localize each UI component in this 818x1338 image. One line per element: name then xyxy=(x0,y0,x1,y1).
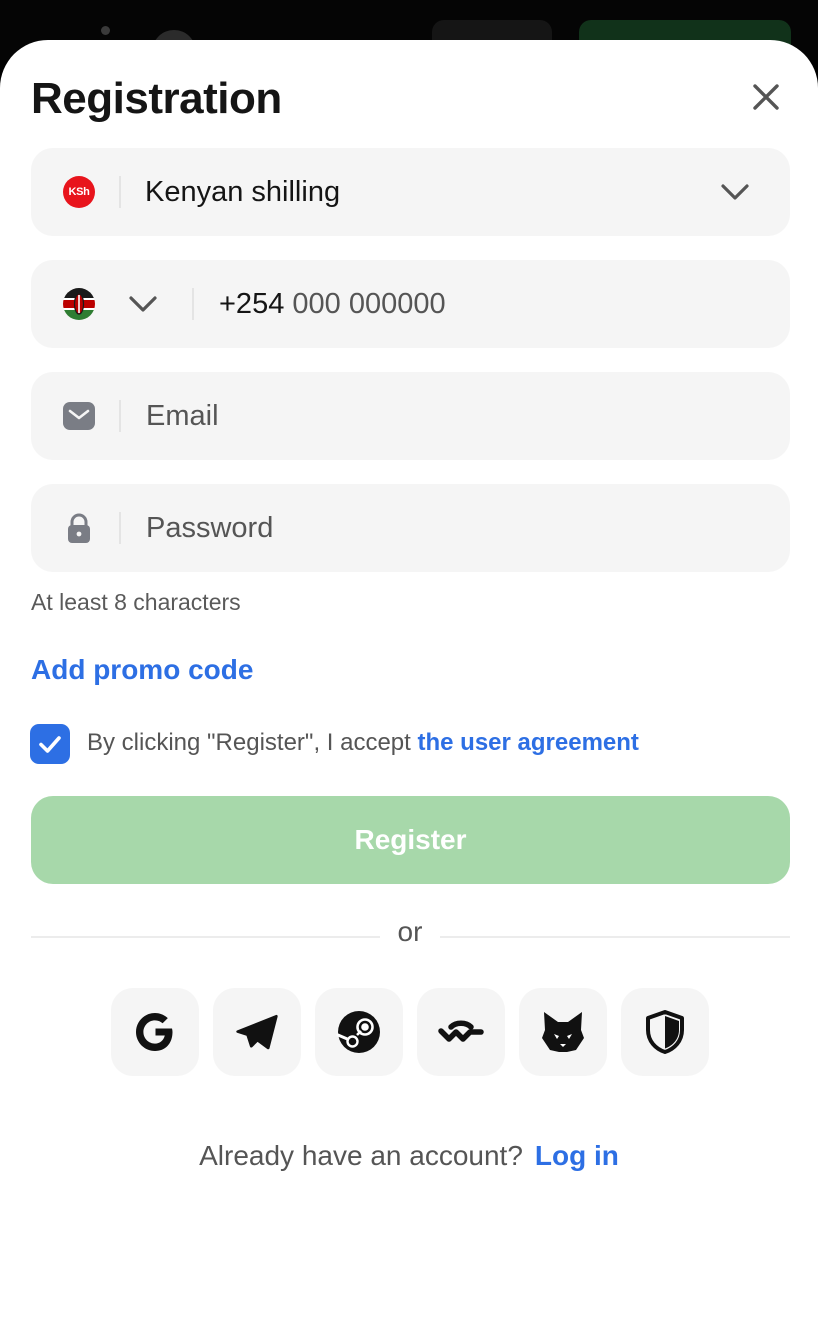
agreement-checkbox[interactable] xyxy=(30,724,70,764)
background-menu-dot xyxy=(101,26,110,35)
password-input[interactable]: Password xyxy=(146,484,273,572)
lock-icon xyxy=(68,513,90,543)
email-input[interactable]: Email xyxy=(146,372,219,460)
phone-country-code: +254 xyxy=(219,288,285,320)
google-login-button[interactable] xyxy=(111,988,199,1076)
kenya-flag-icon xyxy=(63,288,95,320)
walletconnect-login-button[interactable] xyxy=(417,988,505,1076)
close-button[interactable] xyxy=(746,77,786,117)
checkmark-icon xyxy=(39,736,61,753)
password-field[interactable]: Password xyxy=(31,484,790,572)
login-link[interactable]: Log in xyxy=(535,1140,619,1171)
metamask-login-button[interactable] xyxy=(519,988,607,1076)
phone-input[interactable]: +254 000 000000 xyxy=(219,260,446,348)
chevron-down-icon xyxy=(721,184,749,200)
currency-label: Kenyan shilling xyxy=(145,176,341,208)
page-title: Registration xyxy=(31,74,282,123)
steam-icon xyxy=(336,1011,380,1053)
currency-select[interactable]: KSh Kenyan shilling xyxy=(31,148,790,236)
registration-sheet: Registration KSh Kenyan shilling +254 00… xyxy=(0,40,818,1338)
register-button[interactable]: Register xyxy=(31,796,790,884)
user-agreement-link[interactable]: the user agreement xyxy=(418,729,639,756)
agreement-text: By clicking "Register", I accept the use… xyxy=(87,729,639,757)
field-separator xyxy=(119,512,121,544)
login-prompt: Already have an account? Log in xyxy=(0,1140,818,1172)
shield-icon xyxy=(646,1010,684,1054)
google-icon xyxy=(136,1013,173,1051)
steam-login-button[interactable] xyxy=(315,988,403,1076)
shield-login-button[interactable] xyxy=(621,988,709,1076)
agreement-label: By clicking "Register", I accept xyxy=(87,729,418,756)
walletconnect-icon xyxy=(438,1020,484,1042)
telegram-login-button[interactable] xyxy=(213,988,301,1076)
metamask-fox-icon xyxy=(542,1012,584,1052)
close-icon xyxy=(753,84,779,110)
chevron-down-icon xyxy=(129,296,157,312)
field-separator xyxy=(192,288,194,320)
field-separator xyxy=(119,176,121,208)
phone-placeholder: 000 000000 xyxy=(292,288,446,320)
phone-field[interactable]: +254 000 000000 xyxy=(31,260,790,348)
email-field[interactable]: Email xyxy=(31,372,790,460)
add-promo-code-link[interactable]: Add promo code xyxy=(31,654,253,686)
telegram-icon xyxy=(236,1014,278,1050)
divider-or: or xyxy=(397,916,423,947)
divider-line-left xyxy=(31,936,380,938)
password-hint: At least 8 characters xyxy=(31,589,241,615)
currency-badge: KSh xyxy=(63,176,95,208)
country-code-dropdown[interactable] xyxy=(127,288,163,320)
login-prompt-text: Already have an account? xyxy=(199,1140,523,1171)
divider-line-right xyxy=(440,936,790,938)
mail-icon xyxy=(63,402,95,430)
field-separator xyxy=(119,400,121,432)
